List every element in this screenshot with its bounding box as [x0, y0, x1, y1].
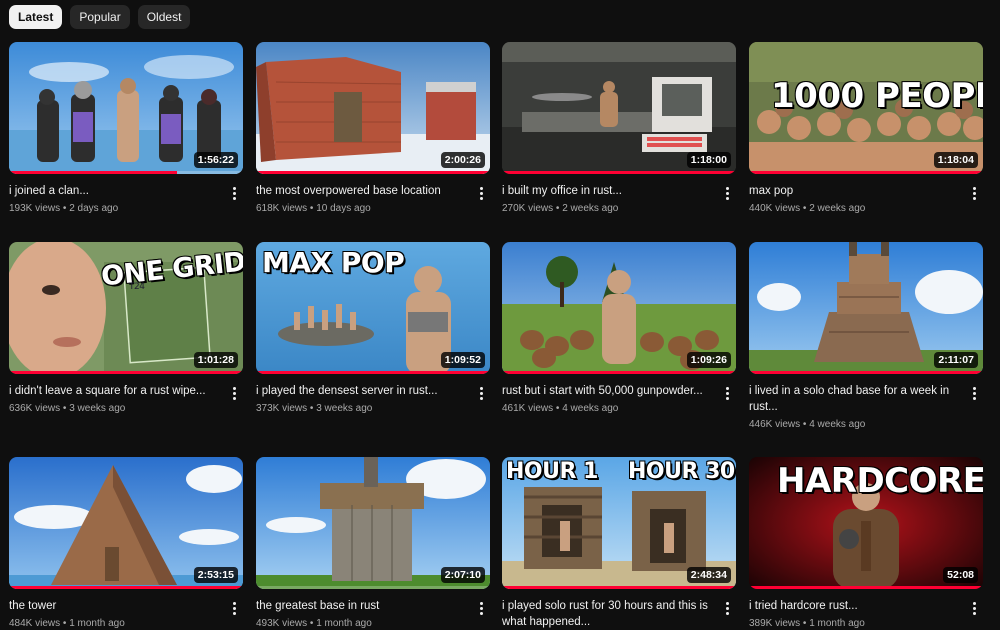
more-options-icon[interactable] — [718, 384, 736, 402]
video-title[interactable]: max pop — [749, 183, 961, 199]
video-card[interactable]: 2:07:10 the greatest base in rust 493K v… — [256, 457, 490, 629]
video-card[interactable]: 2:00:26 the most overpowered base locati… — [256, 42, 490, 214]
video-stats: 389K views • 1 month ago — [749, 618, 865, 629]
video-stats: 618K views • 10 days ago — [256, 203, 371, 214]
chip-oldest[interactable]: Oldest — [137, 5, 191, 29]
video-card[interactable]: 1000 PEOPLE 1:18:04 max pop 440K views •… — [749, 42, 983, 214]
more-options-icon[interactable] — [965, 184, 983, 202]
video-thumbnail[interactable]: 1000 PEOPLE 1:18:04 — [749, 42, 983, 174]
video-card[interactable]: HOUR 1 HOUR 30 2:48:34 i played solo rus… — [502, 457, 736, 630]
video-thumbnail[interactable]: 2:53:15 — [9, 457, 243, 589]
video-title[interactable]: i didn't leave a square for a rust wipe.… — [9, 383, 221, 399]
video-card[interactable]: 1:18:00 i built my office in rust... 270… — [502, 42, 736, 214]
sort-chips: Latest Popular Oldest — [9, 5, 191, 29]
video-title[interactable]: the greatest base in rust — [256, 598, 468, 614]
video-duration: 2:07:10 — [440, 567, 485, 583]
video-duration: 52:08 — [943, 567, 978, 583]
chip-latest[interactable]: Latest — [9, 5, 63, 29]
thumbnail-overlay-text: MAX POP — [262, 246, 405, 279]
video-thumbnail[interactable]: HARDCORE 52:08 — [749, 457, 983, 589]
video-title[interactable]: i tried hardcore rust... — [749, 598, 961, 614]
video-duration: 2:00:26 — [440, 152, 485, 168]
video-thumbnail[interactable]: 1:09:26 — [502, 242, 736, 374]
video-thumbnail[interactable]: MAX POP 1:09:52 — [256, 242, 490, 374]
video-stats: 446K views • 4 weeks ago — [749, 419, 866, 430]
thumbnail-overlay-text: 1000 PEOPLE — [771, 76, 983, 116]
video-title[interactable]: i played solo rust for 30 hours and this… — [502, 598, 714, 630]
video-stats: 270K views • 2 weeks ago — [502, 203, 619, 214]
video-card[interactable]: ONE GRID T24 1:01:28 i didn't leave a sq… — [9, 242, 243, 414]
video-title[interactable]: the tower — [9, 598, 221, 614]
video-stats: 484K views • 1 month ago — [9, 618, 125, 629]
more-options-icon[interactable] — [472, 599, 490, 617]
video-duration: 1:09:26 — [686, 352, 731, 368]
video-thumbnail[interactable]: 2:07:10 — [256, 457, 490, 589]
video-stats: 636K views • 3 weeks ago — [9, 403, 126, 414]
video-thumbnail[interactable]: 2:00:26 — [256, 42, 490, 174]
video-thumbnail[interactable]: 1:56:22 — [9, 42, 243, 174]
video-title[interactable]: i played the densest server in rust... — [256, 383, 468, 399]
video-duration: 1:18:04 — [933, 152, 978, 168]
more-options-icon[interactable] — [718, 184, 736, 202]
more-options-icon[interactable] — [225, 599, 243, 617]
more-options-icon[interactable] — [965, 599, 983, 617]
video-card[interactable]: 1:09:26 rust but i start with 50,000 gun… — [502, 242, 736, 414]
video-duration: 1:01:28 — [193, 352, 238, 368]
video-title[interactable]: i joined a clan... — [9, 183, 221, 199]
video-title[interactable]: the most overpowered base location — [256, 183, 468, 199]
more-options-icon[interactable] — [965, 384, 983, 402]
video-thumbnail[interactable]: ONE GRID T24 1:01:28 — [9, 242, 243, 374]
video-title[interactable]: i lived in a solo chad base for a week i… — [749, 383, 961, 415]
video-card[interactable]: 2:11:07 i lived in a solo chad base for … — [749, 242, 983, 430]
video-stats: 440K views • 2 weeks ago — [749, 203, 866, 214]
thumbnail-overlay-text-2: HOUR 30 — [628, 459, 735, 484]
video-duration: 1:09:52 — [440, 352, 485, 368]
video-thumbnail[interactable]: 1:18:00 — [502, 42, 736, 174]
thumbnail-overlay-text: HOUR 1 — [506, 459, 598, 484]
thumbnail-overlay-text: HARDCORE — [777, 461, 983, 501]
video-card[interactable]: 2:53:15 the tower 484K views • 1 month a… — [9, 457, 243, 629]
more-options-icon[interactable] — [225, 384, 243, 402]
more-options-icon[interactable] — [472, 184, 490, 202]
video-duration: 1:56:22 — [193, 152, 238, 168]
video-title[interactable]: i built my office in rust... — [502, 183, 714, 199]
video-title[interactable]: rust but i start with 50,000 gunpowder..… — [502, 383, 714, 399]
video-thumbnail[interactable]: 2:11:07 — [749, 242, 983, 374]
video-card[interactable]: HARDCORE 52:08 i tried hardcore rust... … — [749, 457, 983, 629]
video-duration: 2:53:15 — [193, 567, 238, 583]
video-stats: 493K views • 1 month ago — [256, 618, 372, 629]
video-card[interactable]: 1:56:22 i joined a clan... 193K views • … — [9, 42, 243, 214]
video-duration: 2:48:34 — [686, 567, 731, 583]
more-options-icon[interactable] — [718, 599, 736, 617]
video-thumbnail[interactable]: HOUR 1 HOUR 30 2:48:34 — [502, 457, 736, 589]
video-card[interactable]: MAX POP 1:09:52 i played the densest ser… — [256, 242, 490, 414]
video-stats: 461K views • 4 weeks ago — [502, 403, 619, 414]
video-stats: 193K views • 2 days ago — [9, 203, 119, 214]
more-options-icon[interactable] — [225, 184, 243, 202]
video-duration: 2:11:07 — [934, 352, 978, 368]
video-stats: 373K views • 3 weeks ago — [256, 403, 373, 414]
thumbnail-grid-label: T24 — [129, 282, 145, 292]
more-options-icon[interactable] — [472, 384, 490, 402]
chip-popular[interactable]: Popular — [70, 5, 130, 29]
video-duration: 1:18:00 — [686, 152, 731, 168]
